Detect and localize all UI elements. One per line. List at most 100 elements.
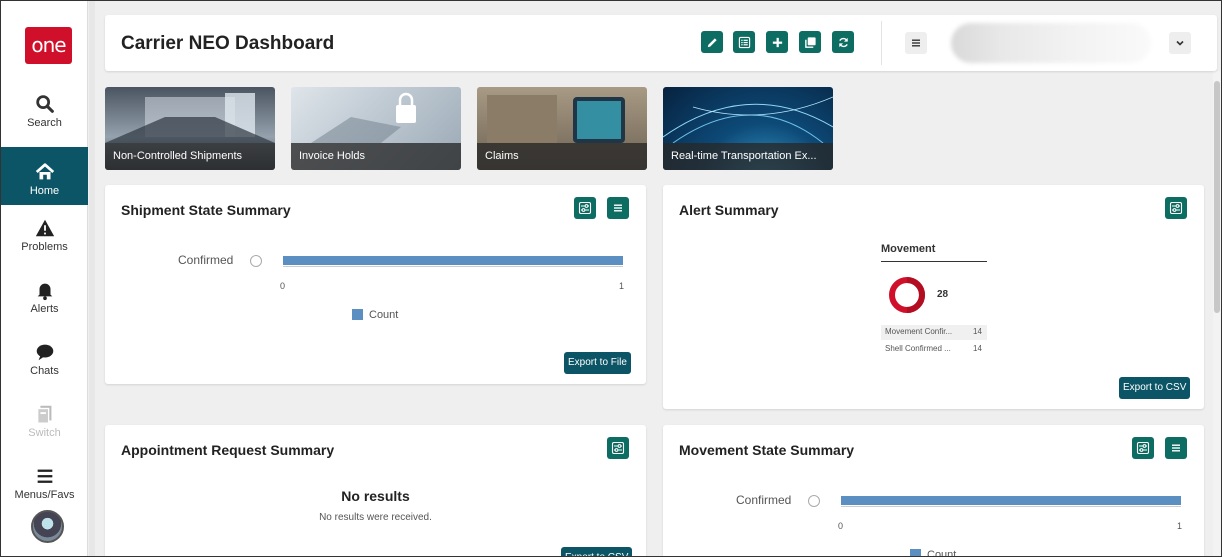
bell-icon [37, 283, 52, 301]
legend-row-label: Shell Confirmed ... [885, 344, 951, 353]
chart-title-underline [881, 261, 987, 262]
sidebar-item-alerts[interactable]: Alerts [1, 279, 88, 339]
page-title: Carrier NEO Dashboard [121, 33, 335, 54]
sidebar-item-label: Switch [28, 427, 61, 439]
bar-select-radio[interactable] [808, 495, 820, 507]
sidebar-item-label: Chats [30, 365, 59, 377]
search-icon [35, 95, 54, 113]
export-to-csv-button[interactable]: Export to CSV [1119, 377, 1191, 399]
header-divider [881, 21, 882, 65]
bar-category-label: Confirmed [178, 253, 234, 267]
refresh-button[interactable] [832, 31, 854, 53]
refresh-icon [838, 37, 848, 47]
legend-row-value: 14 [973, 344, 982, 353]
donut-slice-shell-confirmed[interactable] [906, 277, 925, 313]
legend-row[interactable]: Movement Confir... 14 [881, 325, 987, 340]
sidebar-item-home[interactable]: Home [1, 147, 88, 205]
empty-state-text: No results were received. [319, 512, 432, 523]
sidebar-item-search[interactable]: Search [1, 93, 88, 153]
tile-image [105, 93, 275, 143]
sidebar-item-switch: Switch [1, 403, 88, 463]
list-icon [614, 204, 622, 212]
tile-claims[interactable]: Claims [477, 87, 647, 170]
bar-category-label: Confirmed [736, 493, 792, 507]
legend-row[interactable]: Shell Confirmed ... 14 [881, 342, 987, 357]
card-list-button[interactable] [1165, 437, 1187, 459]
legend-label: Count [369, 309, 399, 321]
legend-swatch [910, 549, 921, 556]
sidebar-item-chats[interactable]: Chats [1, 341, 88, 401]
legend-label: Count [927, 549, 957, 557]
sidebar: one Search Home Problems Alerts Chats Sw… [1, 1, 88, 556]
empty-state-title: No results [341, 488, 410, 504]
chart-bar-confirmed[interactable] [283, 256, 623, 265]
dashboard-header: Carrier NEO Dashboard [105, 15, 1217, 71]
bar-select-radio[interactable] [250, 255, 262, 267]
tile-label: Real-time Transportation Ex... [663, 143, 833, 170]
sliders-icon [1136, 441, 1150, 455]
shipment-state-summary-card: Shipment State Summary Confirmed 0 1 Cou… [105, 185, 646, 384]
card-settings-button[interactable] [607, 437, 629, 459]
tile-real-time-transportation[interactable]: Real-time Transportation Ex... [663, 87, 833, 170]
card-title: Shipment State Summary [121, 202, 291, 218]
bar-axis-line [841, 506, 1181, 507]
tile-non-controlled-shipments[interactable]: Non-Controlled Shipments [105, 87, 275, 170]
sidebar-item-label: Search [27, 117, 62, 129]
edit-dashboard-button[interactable] [701, 31, 723, 53]
export-to-file-button[interactable]: Export to File [564, 352, 631, 374]
user-dropdown-button[interactable] [1169, 32, 1191, 54]
card-list-button[interactable] [607, 197, 629, 219]
card-settings-button[interactable] [1132, 437, 1154, 459]
chart-bar-confirmed[interactable] [841, 496, 1181, 505]
sliders-icon [578, 201, 592, 215]
tile-image [487, 95, 625, 143]
card-title: Movement State Summary [679, 442, 855, 458]
tile-label: Non-Controlled Shipments [105, 143, 275, 170]
axis-tick-min: 0 [280, 281, 286, 291]
list-icon [738, 36, 750, 48]
app-logo[interactable]: one [25, 27, 72, 64]
hamburger-icon [912, 39, 920, 47]
alert-summary-card: Alert Summary Movement 28 Movement Confi… [663, 185, 1204, 409]
sidebar-item-label: Alerts [30, 303, 59, 315]
warning-icon [35, 219, 54, 237]
switch-icon [36, 405, 51, 424]
home-icon [35, 163, 54, 180]
movement-state-summary-card: Movement State Summary Confirmed 0 1 Cou… [663, 425, 1204, 557]
donut-total: 28 [937, 289, 949, 300]
scrollbar-thumb[interactable] [1214, 81, 1220, 313]
card-settings-button[interactable] [1165, 197, 1187, 219]
add-widget-button[interactable] [766, 31, 788, 53]
sidebar-scrollbar[interactable] [89, 1, 95, 556]
chat-icon [36, 344, 53, 361]
legend-row-label: Movement Confir... [885, 327, 953, 336]
axis-tick-min: 0 [838, 521, 844, 531]
donut-chart-title: Movement [881, 243, 936, 255]
axis-tick-max: 1 [619, 281, 625, 291]
legend-swatch [352, 309, 363, 320]
main-scrollbar[interactable] [1213, 71, 1221, 556]
list-view-button[interactable] [733, 31, 755, 53]
legend-row-value: 14 [973, 327, 982, 336]
tile-label: Invoice Holds [291, 143, 461, 170]
sidebar-item-problems[interactable]: Problems [1, 217, 88, 277]
tile-label: Claims [477, 143, 647, 170]
card-title: Alert Summary [679, 202, 779, 218]
user-avatar[interactable] [31, 510, 64, 543]
export-to-csv-button[interactable]: Export to CSV [561, 547, 633, 556]
sidebar-item-label: Menus/Favs [14, 489, 75, 501]
sliders-icon [1169, 201, 1183, 215]
tile-image [663, 96, 833, 144]
edit-icon [707, 37, 717, 47]
donut-chart[interactable] [887, 275, 927, 315]
axis-tick-max: 1 [1177, 521, 1183, 531]
card-settings-button[interactable] [574, 197, 596, 219]
copy-dashboard-button[interactable] [799, 31, 821, 53]
user-info-blurred[interactable] [951, 23, 1151, 63]
tile-invoice-holds[interactable]: Invoice Holds [291, 87, 461, 170]
app-window: one Search Home Problems Alerts Chats Sw… [0, 0, 1222, 557]
sliders-icon [611, 441, 625, 455]
header-menu-button[interactable] [905, 32, 927, 54]
appointment-request-summary-card: Appointment Request Summary No results N… [105, 425, 646, 556]
list-icon [1172, 444, 1180, 452]
